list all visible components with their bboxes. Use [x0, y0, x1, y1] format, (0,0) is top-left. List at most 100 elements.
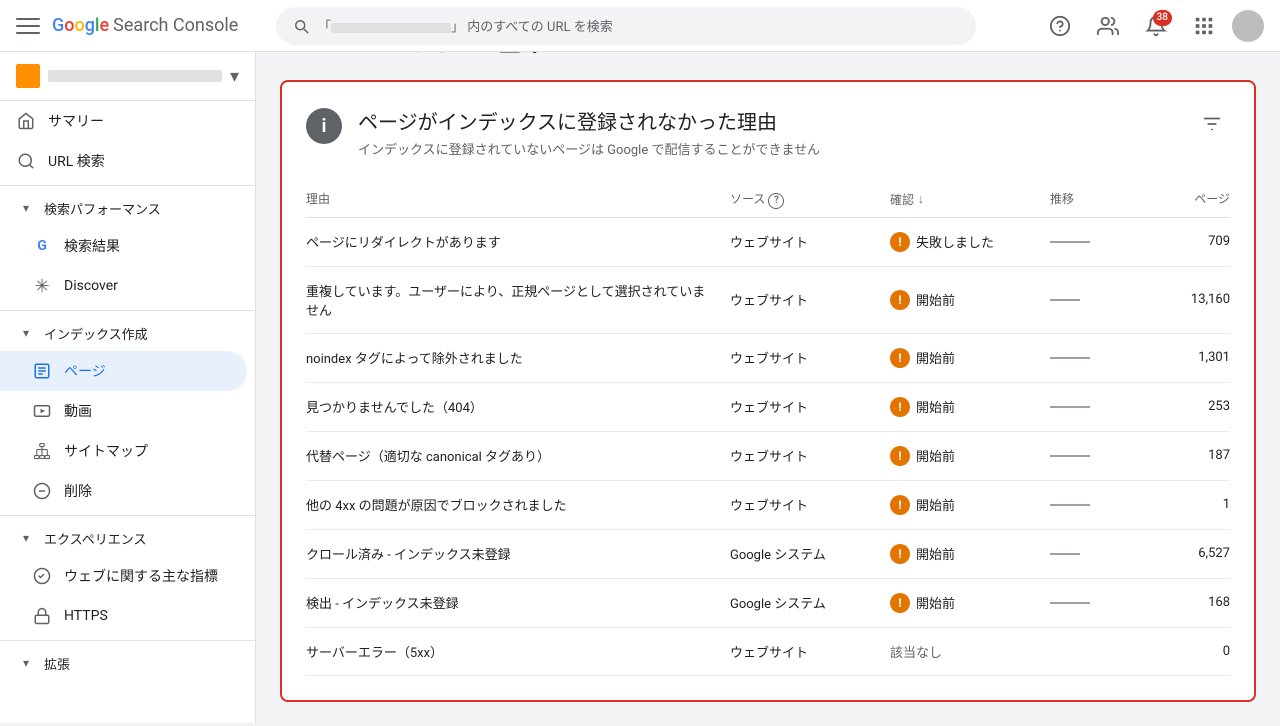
source-cell: ウェブサイト: [730, 495, 890, 514]
status-badge: ! 開始前: [890, 544, 1050, 564]
table-row[interactable]: 他の 4xx の問題が原因でブロックされました ウェブサイト ! 開始前 1: [306, 481, 1230, 530]
property-selector[interactable]: ▾: [0, 52, 255, 101]
sidebar-item-discover[interactable]: ✳ Discover: [0, 266, 247, 306]
header-left: Google Search Console: [16, 14, 276, 38]
account-management-button[interactable]: [1088, 6, 1128, 46]
warning-icon: !: [890, 495, 910, 515]
na-status: 該当なし: [890, 646, 942, 661]
sidebar-item-pages[interactable]: ページ: [0, 351, 247, 391]
col-header-suggest: 推移: [1050, 190, 1150, 209]
sidebar-section-extensions[interactable]: ▾ 拡張: [0, 645, 255, 681]
col-header-confirm[interactable]: 確認 ↓: [890, 190, 1050, 209]
reason-cell: サーバーエラー（5xx）: [306, 642, 730, 661]
sidebar-item-label: ページ: [64, 361, 106, 381]
status-text: 失敗しました: [916, 232, 994, 251]
suggest-cell: [1050, 497, 1150, 512]
suggest-cell: [1050, 546, 1150, 561]
section-label: インデックス作成: [44, 324, 148, 343]
sidebar-item-label: ウェブに関する主な指標: [64, 566, 218, 586]
suggest-cell: [1050, 350, 1150, 365]
source-cell: ウェブサイト: [730, 446, 890, 465]
source-cell: ウェブサイト: [730, 348, 890, 367]
status-badge: ! 開始前: [890, 290, 1050, 310]
source-help-icon[interactable]: ?: [768, 193, 784, 209]
card-header-left: i ページがインデックスに登録されなかった理由 インデックスに登録されていないペ…: [306, 106, 820, 158]
status-text: 開始前: [916, 446, 955, 465]
sidebar-item-videos[interactable]: 動画: [0, 391, 247, 431]
status-badge: ! 開始前: [890, 397, 1050, 417]
reason-cell: noindex タグによって除外されました: [306, 348, 730, 367]
status-badge: ! 開始前: [890, 446, 1050, 466]
sidebar: ▾ サマリー URL 検索 ▾ 検索パフォーマンス G 検索結果 ✳ Disco…: [0, 52, 256, 723]
sidebar-section-experience[interactable]: ▾ エクスペリエンス: [0, 520, 255, 556]
sidebar-item-summary[interactable]: サマリー: [0, 101, 247, 141]
status-text: 開始前: [916, 495, 955, 514]
sidebar-item-sitemap[interactable]: サイトマップ: [0, 431, 247, 471]
sidebar-item-web-vitals[interactable]: ウェブに関する主な指標: [0, 556, 247, 596]
col-header-pages: ページ: [1150, 190, 1230, 209]
chevron-icon: ▾: [16, 528, 36, 548]
status-text: 開始前: [916, 348, 955, 367]
pages-cell: 1,301: [1150, 350, 1230, 365]
sidebar-item-search-results[interactable]: G 検索結果: [0, 226, 247, 266]
reason-cell: 他の 4xx の問題が原因でブロックされました: [306, 495, 730, 514]
status-text: 開始前: [916, 593, 955, 612]
table-row[interactable]: noindex タグによって除外されました ウェブサイト ! 開始前 1,301: [306, 334, 1230, 383]
source-cell: Google システム: [730, 544, 890, 563]
status-text: 開始前: [916, 397, 955, 416]
sidebar-item-label: 検索結果: [64, 236, 120, 256]
source-cell: ウェブサイト: [730, 642, 890, 661]
sidebar-item-label: サイトマップ: [64, 441, 148, 461]
col-header-reason: 理由: [306, 190, 730, 209]
warning-icon: !: [890, 232, 910, 252]
source-cell: Google システム: [730, 593, 890, 612]
avatar[interactable]: [1232, 10, 1264, 42]
warning-icon: !: [890, 290, 910, 310]
search-bar[interactable]: 「」 内のすべての URL を検索: [276, 7, 976, 45]
confirm-cell: ! 開始前: [890, 544, 1050, 564]
pages-cell: 1: [1150, 497, 1230, 512]
sidebar-item-label: サマリー: [48, 111, 104, 131]
card-titles: ページがインデックスに登録されなかった理由 インデックスに登録されていないページ…: [358, 106, 820, 158]
apps-button[interactable]: [1184, 6, 1224, 46]
sidebar-item-label: 動画: [64, 401, 92, 421]
table-body: ページにリダイレクトがあります ウェブサイト ! 失敗しました 709 重複して…: [306, 218, 1230, 676]
table-row[interactable]: 見つかりませんでした（404） ウェブサイト ! 開始前 253: [306, 383, 1230, 432]
table-row[interactable]: クロール済み - インデックス未登録 Google システム ! 開始前 6,5…: [306, 530, 1230, 579]
section-label: 拡張: [44, 654, 70, 673]
pages-cell: 0: [1150, 644, 1230, 659]
source-cell: ウェブサイト: [730, 397, 890, 416]
notification-badge: 38: [1153, 10, 1172, 26]
trend-line: [1050, 602, 1090, 604]
table-row[interactable]: サーバーエラー（5xx） ウェブサイト 該当なし 0: [306, 628, 1230, 676]
sidebar-item-label: Discover: [64, 278, 118, 294]
sidebar-item-url-check[interactable]: URL 検索: [0, 141, 247, 181]
confirm-cell: ! 開始前: [890, 290, 1050, 310]
hamburger-icon[interactable]: [16, 14, 40, 38]
sidebar-item-removal[interactable]: 削除: [0, 471, 247, 511]
table-row[interactable]: 重複しています。ユーザーにより、正規ページとして選択されていません ウェブサイト…: [306, 267, 1230, 334]
card-subtitle: インデックスに登録されていないページは Google で配信することができません: [358, 139, 820, 158]
main-card: i ページがインデックスに登録されなかった理由 インデックスに登録されていないペ…: [280, 80, 1256, 702]
table-row[interactable]: 代替ページ（適切な canonical タグあり） ウェブサイト ! 開始前 1…: [306, 432, 1230, 481]
sidebar-section-search-performance[interactable]: ▾ 検索パフォーマンス: [0, 190, 255, 226]
reason-cell: 見つかりませんでした（404）: [306, 397, 730, 416]
suggest-cell: [1050, 448, 1150, 463]
warning-icon: !: [890, 397, 910, 417]
pages-cell: 13,160: [1150, 292, 1230, 307]
table-row[interactable]: 検出 - インデックス未登録 Google システム ! 開始前 168: [306, 579, 1230, 628]
suggest-cell: [1050, 595, 1150, 610]
product-name: Search Console: [113, 15, 238, 36]
sidebar-item-https[interactable]: HTTPS: [0, 596, 247, 636]
notifications-button[interactable]: 38: [1136, 6, 1176, 46]
help-button[interactable]: [1040, 6, 1080, 46]
filter-button[interactable]: [1194, 106, 1230, 142]
info-icon: i: [306, 108, 342, 144]
removal-icon: [32, 481, 52, 501]
google-icon: G: [32, 236, 52, 256]
nav-divider: [0, 640, 255, 641]
pages-icon: [32, 361, 52, 381]
table-row[interactable]: ページにリダイレクトがあります ウェブサイト ! 失敗しました 709: [306, 218, 1230, 267]
card-title: ページがインデックスに登録されなかった理由: [358, 106, 820, 135]
sidebar-section-index[interactable]: ▾ インデックス作成: [0, 315, 255, 351]
